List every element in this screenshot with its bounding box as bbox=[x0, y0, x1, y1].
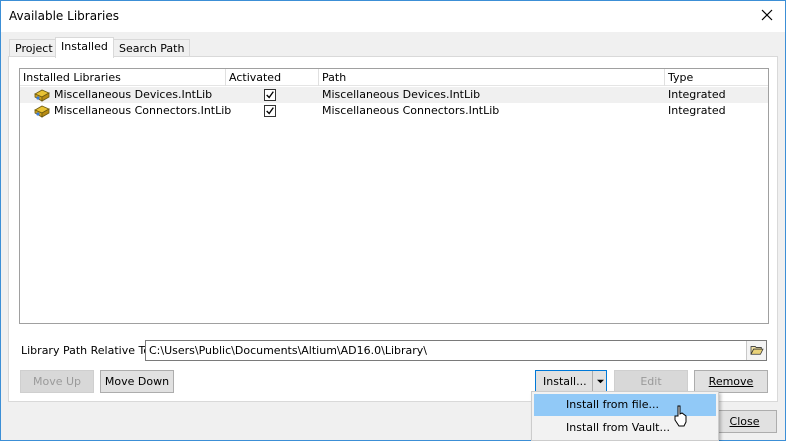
installed-tab-panel: Installed Libraries Activated Path Type … bbox=[8, 56, 778, 402]
library-name: Miscellaneous Connectors.IntLib bbox=[54, 104, 232, 117]
mouse-pointer-icon bbox=[674, 405, 687, 427]
install-split-divider bbox=[592, 371, 593, 392]
move-down-button[interactable]: Move Down bbox=[100, 370, 174, 393]
close-label: Close bbox=[729, 415, 760, 428]
library-book-icon bbox=[34, 105, 50, 118]
checkmark-icon bbox=[266, 107, 274, 115]
edit-label: Edit bbox=[640, 375, 662, 388]
title-bar: Available Libraries bbox=[1, 1, 785, 32]
folder-open-icon bbox=[750, 346, 764, 355]
remove-label: Remove bbox=[708, 375, 754, 388]
tab-project-label: Project bbox=[15, 42, 53, 55]
table-row[interactable]: Miscellaneous Connectors.IntLib Miscella… bbox=[20, 103, 768, 119]
library-path: Miscellaneous Devices.IntLib bbox=[322, 88, 481, 101]
tab-installed-label: Installed bbox=[61, 40, 108, 53]
tab-project[interactable]: Project bbox=[9, 39, 59, 57]
activated-checkbox[interactable] bbox=[264, 89, 276, 101]
menu-item-label: Install from Vault... bbox=[566, 421, 670, 434]
install-dropdown-menu: Install from file... Install from Vault.… bbox=[531, 391, 719, 441]
available-libraries-dialog: Available Libraries Project Installed Se… bbox=[0, 0, 786, 441]
remove-button[interactable]: Remove bbox=[694, 370, 768, 393]
table-row[interactable]: Miscellaneous Devices.IntLib Miscellaneo… bbox=[20, 87, 768, 103]
browse-folder-button[interactable] bbox=[746, 341, 766, 360]
menu-item-install-from-vault[interactable]: Install from Vault... bbox=[534, 417, 716, 439]
library-book-icon bbox=[34, 89, 50, 102]
menu-item-install-from-file[interactable]: Install from file... bbox=[534, 394, 716, 416]
tab-search-path-label: Search Path bbox=[119, 42, 185, 55]
checkmark-icon bbox=[266, 91, 274, 99]
column-header-activated[interactable]: Activated bbox=[226, 69, 319, 86]
close-button[interactable]: Close bbox=[712, 410, 777, 433]
libraries-grid[interactable]: Installed Libraries Activated Path Type … bbox=[19, 68, 769, 324]
move-down-label: Move Down bbox=[104, 375, 170, 388]
move-up-label: Move Up bbox=[32, 375, 82, 388]
library-type: Integrated bbox=[668, 88, 726, 101]
library-path-label: Library Path Relative To: bbox=[21, 344, 154, 357]
move-up-button[interactable]: Move Up bbox=[20, 370, 94, 393]
tab-search-path[interactable]: Search Path bbox=[113, 39, 191, 57]
column-header-installed-libraries[interactable]: Installed Libraries bbox=[20, 69, 226, 86]
grid-header: Installed Libraries Activated Path Type bbox=[20, 69, 768, 86]
window-title: Available Libraries bbox=[9, 9, 119, 23]
column-header-path[interactable]: Path bbox=[319, 69, 665, 86]
tab-installed[interactable]: Installed bbox=[55, 37, 114, 58]
edit-button[interactable]: Edit bbox=[614, 370, 688, 393]
library-path-input[interactable] bbox=[145, 340, 767, 361]
close-icon[interactable] bbox=[759, 7, 775, 23]
menu-item-label: Install from file... bbox=[566, 398, 659, 411]
install-label: Install... bbox=[543, 375, 587, 388]
library-type: Integrated bbox=[668, 104, 726, 117]
library-name: Miscellaneous Devices.IntLib bbox=[54, 88, 213, 101]
dropdown-arrow-icon[interactable] bbox=[597, 378, 604, 385]
install-button[interactable]: Install... bbox=[535, 370, 607, 393]
activated-checkbox[interactable] bbox=[264, 105, 276, 117]
column-header-type[interactable]: Type bbox=[665, 69, 768, 86]
library-path: Miscellaneous Connectors.IntLib bbox=[322, 104, 500, 117]
